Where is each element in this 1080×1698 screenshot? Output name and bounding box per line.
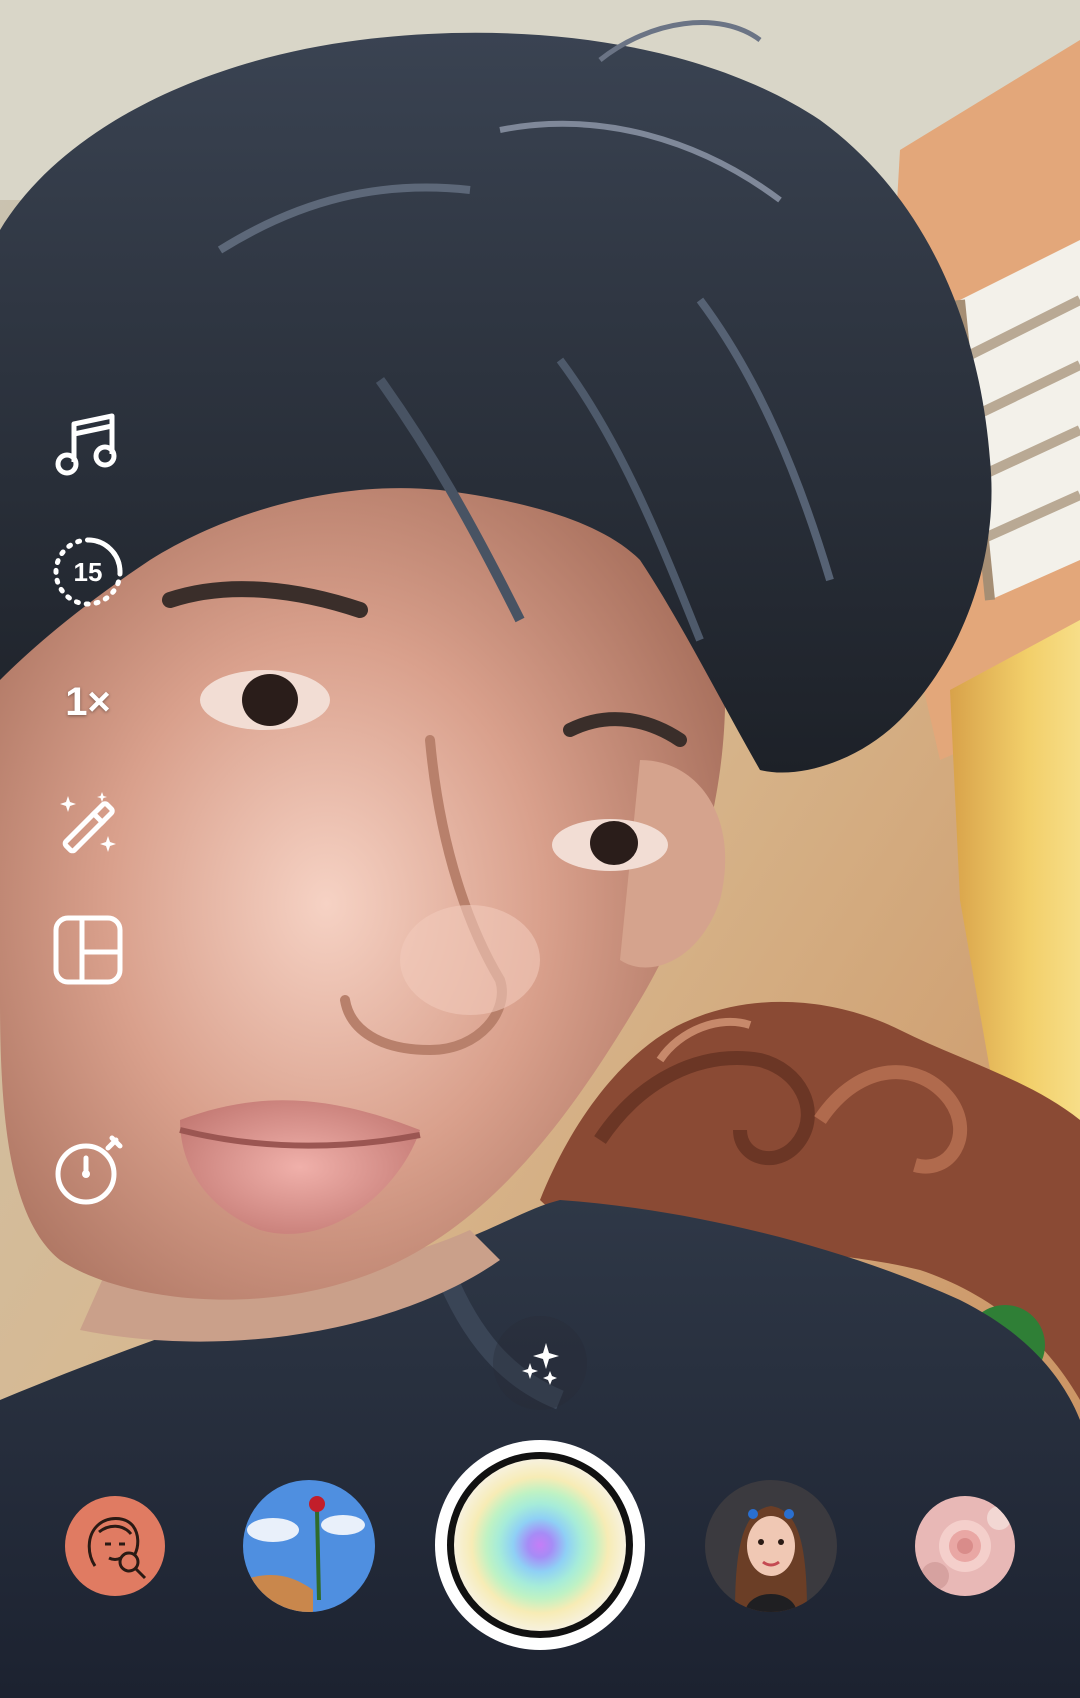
duration-button[interactable]: 15 — [52, 536, 124, 608]
magic-wand-icon — [60, 792, 116, 854]
layout-button[interactable] — [52, 914, 124, 986]
zoom-label: 1× — [65, 679, 111, 724]
camera-screen: 15 1× — [0, 0, 1080, 1698]
shutter-ring — [447, 1452, 633, 1638]
music-button[interactable] — [52, 408, 124, 480]
pink-rose-thumbnail — [915, 1496, 1015, 1596]
effect-pink-rose[interactable] — [915, 1496, 1015, 1596]
stopwatch-icon — [55, 1135, 123, 1205]
active-effect-preview — [454, 1459, 626, 1631]
zoom-button[interactable]: 1× — [52, 666, 124, 738]
effects-button[interactable] — [493, 1316, 587, 1410]
layout-grid-icon — [53, 915, 123, 985]
rose-sky-thumbnail — [243, 1480, 375, 1612]
shutter-button[interactable] — [435, 1440, 645, 1650]
duration-timer-icon: 15 — [53, 537, 123, 607]
face-retouch-icon — [87, 1517, 147, 1580]
duration-label: 15 — [74, 557, 103, 587]
timer-button[interactable] — [52, 1134, 124, 1206]
effect-face-retouch[interactable] — [65, 1496, 165, 1596]
portrait-thumbnail — [705, 1480, 837, 1612]
sparkles-icon — [522, 1343, 559, 1385]
effect-rose-sky[interactable] — [243, 1480, 375, 1612]
retouch-button[interactable] — [52, 792, 124, 864]
music-note-icon — [55, 413, 117, 476]
effect-portrait[interactable] — [705, 1480, 837, 1612]
